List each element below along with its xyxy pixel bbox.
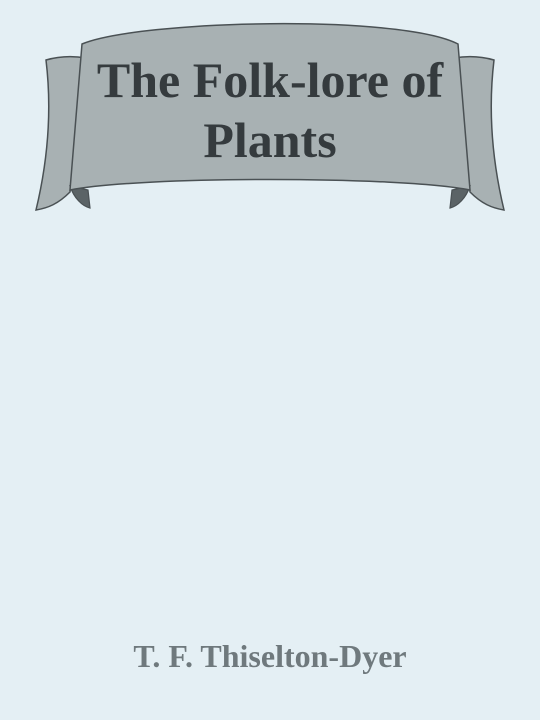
book-title: The Folk-lore of Plants	[96, 52, 444, 168]
book-author: T. F. Thiselton-Dyer	[133, 638, 407, 674]
book-cover: The Folk-lore of Plants T. F. Thiselton-…	[0, 0, 540, 720]
